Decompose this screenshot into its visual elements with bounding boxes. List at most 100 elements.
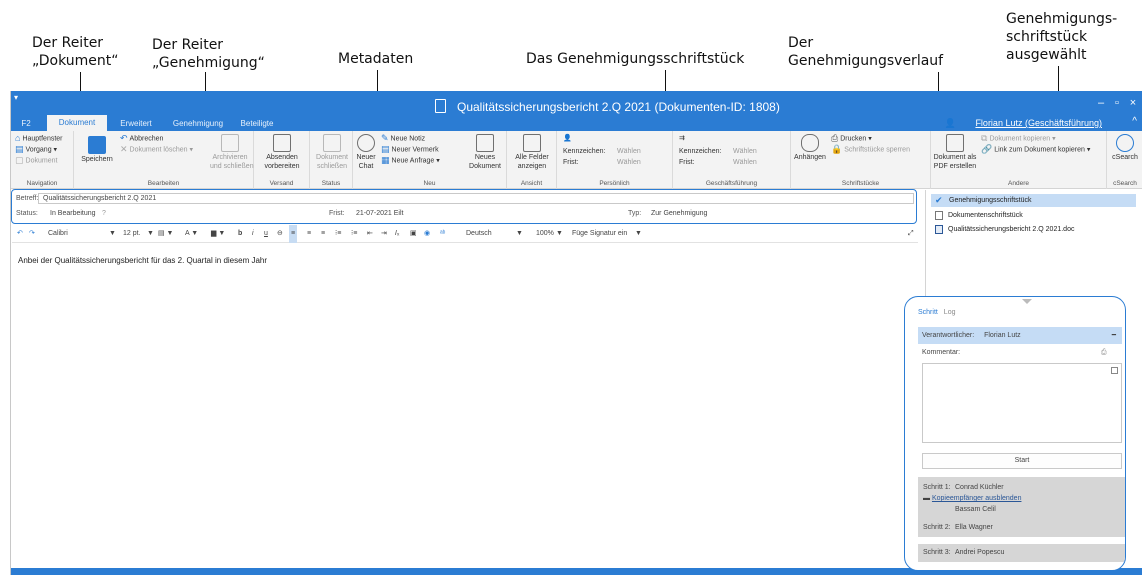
- tab-erweitert[interactable]: Erweitert: [115, 116, 157, 131]
- align-left-icon[interactable]: ≡: [289, 225, 298, 243]
- copy-link-button[interactable]: 🔗 Link zum Dokument kopieren ▾: [981, 145, 1090, 154]
- document-nav-button[interactable]: ▢ Dokument: [15, 156, 57, 165]
- metadata-highlight: [11, 189, 917, 224]
- expand-comment-icon[interactable]: [1111, 367, 1118, 374]
- remove-icon[interactable]: ━: [1112, 327, 1116, 344]
- ribbon-group-bearbeiten: Speichern ↶ Abbrechen ✕ Dokument löschen ▾…: [74, 131, 254, 189]
- font-color-icon[interactable]: A ▼: [185, 225, 198, 243]
- personal-deadline-select[interactable]: Wählen: [617, 158, 641, 167]
- copy-document-button[interactable]: ⧉ Dokument kopieren ▾: [981, 134, 1056, 143]
- process-button[interactable]: ▤ Vorgang ▾: [15, 145, 57, 154]
- undo-icon[interactable]: ↶: [17, 225, 23, 243]
- lock-documents-button[interactable]: 🔒 Schriftstücke sperren: [831, 145, 910, 154]
- user-icon: 👤: [944, 118, 956, 128]
- collapse-ribbon-icon[interactable]: ^: [1132, 116, 1137, 127]
- comment-input[interactable]: [922, 363, 1122, 443]
- tab-beteiligte[interactable]: Beteiligte: [237, 116, 277, 131]
- font-select[interactable]: Calibri: [48, 225, 68, 243]
- save-comment-icon[interactable]: ⎙: [1101, 349, 1107, 357]
- document-body[interactable]: Anbei der Qualitätssicherungsbericht für…: [18, 256, 267, 265]
- new-document-button[interactable]: Neues Dokument: [465, 134, 505, 171]
- delete-document-button[interactable]: ✕ Dokument löschen ▾: [120, 145, 193, 154]
- list-item-approval-document[interactable]: ✔ Genehmigungsschriftstück: [931, 194, 1136, 207]
- tab-log[interactable]: Log: [944, 309, 956, 316]
- close-document-button[interactable]: Dokument schließen: [313, 134, 351, 171]
- save-icon: [88, 136, 106, 154]
- archive-button[interactable]: Archivieren und schließen: [210, 134, 254, 171]
- hide-cc-link[interactable]: Kopieempfänger ausblenden: [932, 495, 1022, 502]
- maximize-icon[interactable]: ▫: [1110, 97, 1124, 109]
- ribbon-group-ansicht: Alle Felder anzeigen Ansicht: [507, 131, 557, 189]
- bullet-list-icon[interactable]: ⁝≡: [335, 225, 341, 243]
- process-icon: ▤: [15, 144, 24, 154]
- zoom-select[interactable]: 100%: [536, 225, 554, 243]
- list-item-attachment[interactable]: Qualitätssicherungsbericht 2.Q 2021.doc: [931, 223, 1136, 236]
- send-button[interactable]: Absenden vorbereiten: [258, 134, 306, 171]
- document-icon: [435, 99, 446, 113]
- workflow-step-2[interactable]: Schritt 2: Ella Wagner: [918, 519, 1125, 537]
- align-right-icon[interactable]: ≡: [321, 225, 325, 243]
- font-size-select[interactable]: 12 pt.: [123, 225, 141, 243]
- ribbon-group-versand: Absenden vorbereiten Versand: [254, 131, 310, 189]
- main-window-button[interactable]: ⌂ Hauptfenster: [15, 134, 63, 143]
- align-center-icon[interactable]: ≡: [307, 225, 311, 243]
- group-label-schriftstuecke: Schriftstücke: [841, 180, 880, 187]
- numbered-list-icon[interactable]: ⁝≡: [351, 225, 357, 243]
- close-icon[interactable]: ×: [1126, 97, 1140, 109]
- start-button[interactable]: Start: [922, 453, 1122, 469]
- tab-dokument[interactable]: Dokument: [47, 115, 107, 131]
- new-chat-button[interactable]: Neuer Chat: [355, 134, 377, 171]
- editor-toolbar: ↶ ↷ Calibri ▼ 12 pt. ▼ ▤ ▼ A ▼ ▆ ▼ b i u…: [12, 225, 918, 243]
- list-item-document-body[interactable]: Dokumentenschriftstück: [931, 209, 1136, 222]
- new-request-button[interactable]: ▦ Neue Anfrage ▾: [381, 156, 440, 165]
- home-icon: ⌂: [15, 133, 21, 143]
- link-insert-icon[interactable]: ◉: [424, 225, 430, 243]
- zoom-dropdown-icon[interactable]: ▼: [556, 225, 563, 243]
- language-select[interactable]: Deutsch: [466, 225, 492, 243]
- save-button[interactable]: Speichern: [80, 136, 114, 164]
- personal-flag-select[interactable]: Wählen: [617, 147, 641, 156]
- cancel-button[interactable]: ↶ Abbrechen: [120, 134, 163, 143]
- print-button[interactable]: ⎙ Drucken ▾: [831, 134, 872, 143]
- gf-flag-select[interactable]: Wählen: [733, 147, 757, 156]
- tab-f2[interactable]: F2: [17, 116, 35, 131]
- outdent-icon[interactable]: ⇤: [367, 225, 373, 243]
- font-size-dropdown-icon[interactable]: ▼: [147, 225, 154, 243]
- lock-icon: 🔒: [831, 144, 843, 154]
- language-dropdown-icon[interactable]: ▼: [516, 225, 523, 243]
- responsible-value[interactable]: Florian Lutz: [984, 332, 1021, 339]
- redo-icon[interactable]: ↷: [29, 225, 35, 243]
- expand-editor-icon[interactable]: ⤢: [908, 225, 914, 243]
- italic-icon[interactable]: i: [252, 225, 254, 243]
- font-dropdown-icon[interactable]: ▼: [109, 225, 116, 243]
- paragraph-style-icon[interactable]: ▤ ▼: [158, 225, 174, 243]
- strikethrough-icon[interactable]: ⊖: [277, 225, 283, 243]
- workflow-step-3[interactable]: Schritt 3: Andrei Popescu: [918, 544, 1125, 562]
- tab-schritt[interactable]: Schritt: [918, 309, 938, 316]
- mail-icon: [273, 134, 291, 152]
- highlight-icon[interactable]: ▆ ▼: [211, 225, 225, 243]
- splitter-handle-icon[interactable]: [1022, 299, 1032, 304]
- group-label-ansicht: Ansicht: [520, 180, 543, 187]
- new-note-button[interactable]: ✎ Neue Notiz: [381, 134, 425, 143]
- quick-access-icon[interactable]: ▾: [14, 93, 18, 102]
- create-pdf-button[interactable]: Dokument als PDF erstellen: [933, 134, 977, 171]
- signature-dropdown-icon[interactable]: ▼: [635, 225, 642, 243]
- underline-icon[interactable]: u: [264, 225, 268, 243]
- gf-deadline-select[interactable]: Wählen: [733, 158, 757, 167]
- current-user[interactable]: Florian Lutz (Geschäftsführung): [975, 118, 1102, 128]
- spellcheck-icon[interactable]: ᵃᵇ: [440, 225, 445, 243]
- indent-icon[interactable]: ⇥: [381, 225, 387, 243]
- show-all-fields-button[interactable]: Alle Felder anzeigen: [510, 134, 554, 171]
- minus-icon[interactable]: ▬: [923, 495, 932, 502]
- image-icon[interactable]: ▣: [410, 225, 417, 243]
- new-remark-button[interactable]: ▤ Neuer Vermerk: [381, 145, 439, 154]
- clear-format-icon[interactable]: 𝐼ₓ: [395, 225, 399, 243]
- tab-genehmigung[interactable]: Genehmigung: [169, 116, 227, 131]
- csearch-button[interactable]: cSearch: [1109, 134, 1141, 162]
- attach-button[interactable]: Anhängen: [793, 134, 827, 162]
- fields-icon: [523, 134, 541, 152]
- signature-select[interactable]: Füge Signatur ein: [572, 225, 627, 243]
- minimize-icon[interactable]: –: [1094, 97, 1108, 109]
- bold-icon[interactable]: b: [238, 225, 242, 243]
